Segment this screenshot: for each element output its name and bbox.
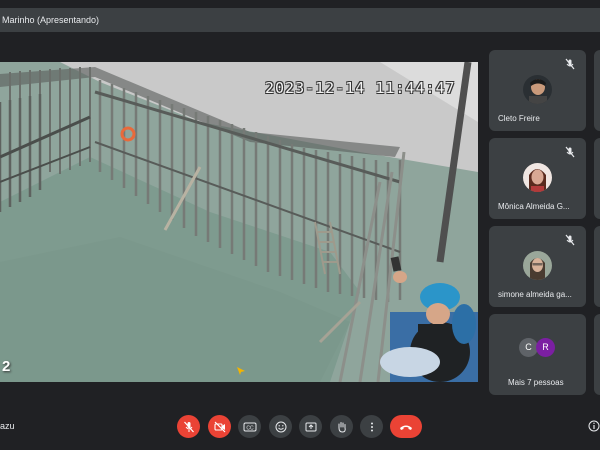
emoji-icon xyxy=(275,421,286,432)
participant-tile-monica[interactable]: Mônica Almeida G... xyxy=(489,138,586,219)
participant-tile-cleto[interactable]: Cleto Freire xyxy=(489,50,586,131)
present-icon xyxy=(305,422,316,431)
camera-toggle-button[interactable] xyxy=(208,415,231,438)
video-frame xyxy=(0,62,478,382)
avatar: R xyxy=(536,338,555,357)
raise-hand-icon xyxy=(338,421,346,433)
more-options-button[interactable] xyxy=(360,415,383,438)
mic-toggle-button[interactable] xyxy=(177,415,200,438)
hang-up-icon xyxy=(400,425,412,430)
presenter-title: Marinho (Apresentando) xyxy=(2,15,100,25)
offscreen-tile[interactable] xyxy=(594,314,600,395)
captions-icon: CC xyxy=(243,422,256,431)
offscreen-tile[interactable] xyxy=(594,50,600,131)
presenter-bar: Marinho (Apresentando) xyxy=(0,8,600,32)
present-now-button[interactable] xyxy=(299,415,322,438)
cursor-icon xyxy=(237,367,245,375)
participant-name: Cleto Freire xyxy=(498,114,540,123)
meeting-details-icon[interactable] xyxy=(588,420,600,432)
offscreen-tile[interactable] xyxy=(594,226,600,307)
self-name: azu xyxy=(0,421,15,431)
participant-name: Mônica Almeida G... xyxy=(498,202,570,211)
shared-screen[interactable]: 2023-12-14 11:44:47 2 xyxy=(0,62,478,382)
participant-name: simone almeida ga... xyxy=(498,290,572,299)
raise-hand-button[interactable] xyxy=(330,415,353,438)
mic-off-icon xyxy=(565,146,575,158)
leave-call-button[interactable] xyxy=(390,415,422,438)
avatar xyxy=(523,163,552,192)
reactions-button[interactable] xyxy=(269,415,292,438)
more-options-icon xyxy=(370,422,373,431)
mic-muted-icon xyxy=(183,421,194,432)
mic-off-icon xyxy=(565,58,575,70)
participant-tile-simone[interactable]: simone almeida ga... xyxy=(489,226,586,307)
camera-off-icon xyxy=(213,421,225,432)
avatar xyxy=(523,75,552,104)
captions-button[interactable]: CC xyxy=(238,415,261,438)
camera-timestamp: 2023-12-14 11:44:47 xyxy=(265,79,456,97)
svg-text:CC: CC xyxy=(246,425,254,431)
more-people-tile[interactable]: C R Mais 7 pessoas xyxy=(489,314,586,395)
camera-label: 2 xyxy=(2,358,11,375)
avatar xyxy=(523,251,552,280)
more-people-avatars: C R xyxy=(519,338,559,358)
mic-off-icon xyxy=(565,234,575,246)
offscreen-tile[interactable] xyxy=(594,138,600,219)
more-people-label: Mais 7 pessoas xyxy=(508,378,564,387)
